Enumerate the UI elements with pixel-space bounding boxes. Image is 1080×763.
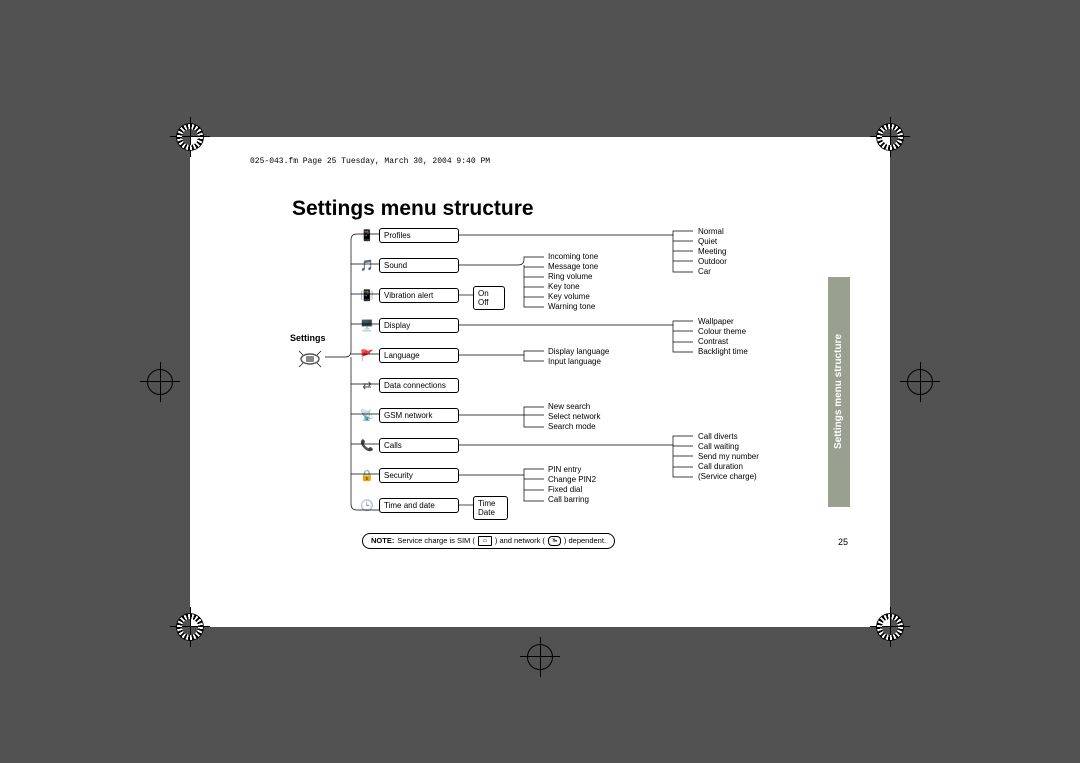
page-number: 25 [838,537,848,547]
note-text-3: ) dependent. [564,536,606,545]
sim-icon: ▭ [478,536,492,546]
crop-mark [170,607,210,647]
crop-mark [870,607,910,647]
footnote: NOTE: Service charge is SIM ( ▭ ) and ne… [362,533,615,549]
settings-icon [295,347,321,369]
note-prefix: NOTE: [371,536,394,545]
page-title: Settings menu structure [292,197,534,221]
registration-target [520,637,560,677]
crop-mark [870,117,910,157]
section-tab: Settings menu structure [828,277,850,507]
manual-page: 025-043.fm Page 25 Tuesday, March 30, 20… [190,137,890,627]
registration-target [140,362,180,402]
header-filename: 025-043.fm Page 25 Tuesday, March 30, 20… [250,157,490,166]
registration-target [900,362,940,402]
note-text-1: Service charge is SIM ( [397,536,475,545]
section-tab-label: Settings menu structure [834,334,845,449]
note-text-2: ) and network ( [495,536,545,545]
menu-structure-diagram: 📱 🎵 📳 🖥️ 🚩 ⇄ 📡 📞 🔒 🕒 Profiles Sound Vibr… [353,227,783,517]
crop-mark [170,117,210,157]
network-icon: ዀ [548,536,561,546]
connector-lines [353,227,783,527]
root-settings-label: Settings [290,333,326,343]
